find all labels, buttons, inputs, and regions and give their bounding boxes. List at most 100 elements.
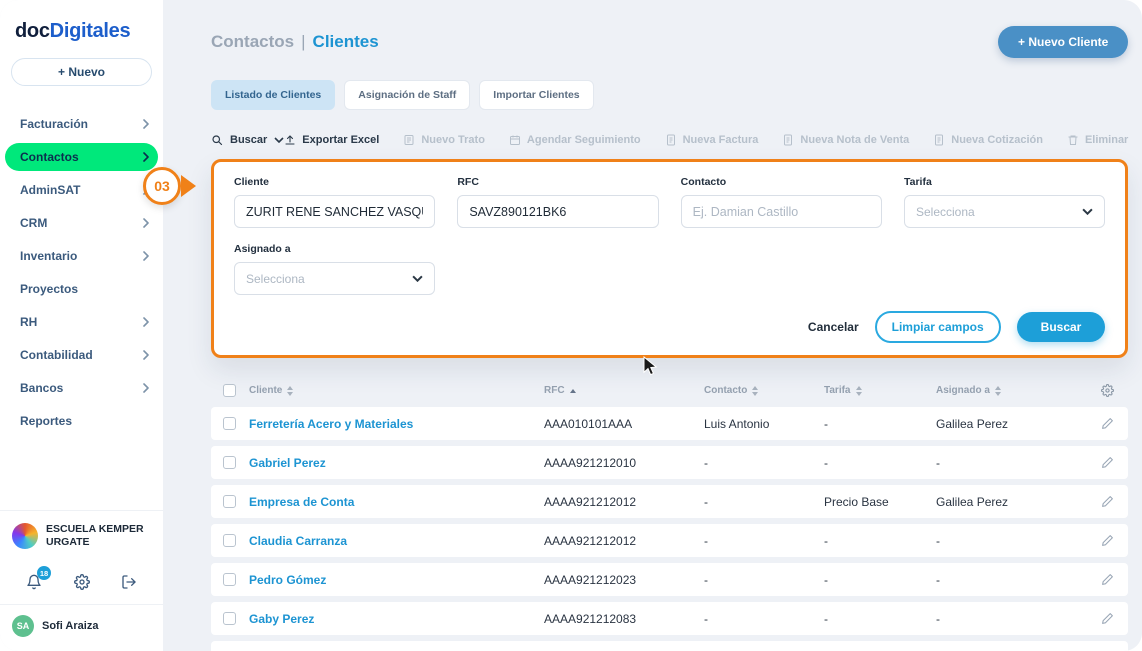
table-row: Claudia CarranzaAAAA921212012---: [211, 524, 1128, 557]
contacto-input[interactable]: [681, 195, 882, 228]
sidebar-item-label: Contactos: [20, 150, 79, 164]
tarifa-cell: -: [824, 534, 936, 548]
sidebar-bottom: ESCUELA KEMPER URGATE 18 SA Sofi Araiza: [0, 510, 163, 651]
nuevo-trato-button[interactable]: Nuevo Trato: [403, 134, 485, 146]
table-row: Empresa de ContaAAAA921212012-Precio Bas…: [211, 485, 1128, 518]
edit-row-button[interactable]: [1101, 534, 1114, 547]
logout-button[interactable]: [121, 574, 137, 590]
rfc-cell: AAAA921212010: [544, 456, 704, 470]
sidebar-item-reportes[interactable]: Reportes: [0, 407, 163, 435]
cancel-button[interactable]: Cancelar: [808, 320, 859, 334]
column-label: RFC: [544, 385, 565, 396]
eliminar-button[interactable]: Eliminar: [1067, 134, 1128, 146]
settings-button[interactable]: [74, 574, 90, 590]
pencil-icon: [1101, 534, 1114, 547]
chevron-down-icon: [1082, 208, 1093, 215]
asignado-cell: Galilea Perez: [936, 495, 1068, 509]
row-checkbox[interactable]: [223, 612, 236, 625]
user-profile[interactable]: SA Sofi Araiza: [0, 604, 163, 651]
contacto-cell: -: [704, 612, 824, 626]
client-name-link[interactable]: Ferretería Acero y Materiales: [249, 417, 544, 431]
edit-row-button[interactable]: [1101, 612, 1114, 625]
asignado-select[interactable]: Selecciona: [234, 262, 435, 295]
edit-row-button[interactable]: [1101, 417, 1114, 430]
rfc-cell: AAAA921212012: [544, 495, 704, 509]
column-header-tarifa[interactable]: Tarifa: [824, 385, 936, 396]
select-all-checkbox[interactable]: [223, 384, 236, 397]
sidebar-item-adminsat[interactable]: AdminSAT: [0, 176, 163, 204]
export-excel-button[interactable]: Exportar Excel: [284, 134, 379, 146]
sidebar-item-label: Bancos: [20, 381, 63, 395]
sidebar-item-facturacion[interactable]: Facturación: [0, 110, 163, 138]
table-row: Ferretería Acero y MaterialesAAA010101AA…: [211, 407, 1128, 440]
column-header-rfc[interactable]: RFC: [544, 385, 704, 396]
tarifa-select-value: Selecciona: [916, 205, 975, 219]
sidebar-item-label: Contabilidad: [20, 348, 93, 362]
asignado-cell: -: [936, 612, 1068, 626]
clear-fields-button[interactable]: Limpiar campos: [875, 311, 1001, 343]
tab-listado-de-clientes[interactable]: Listado de Clientes: [211, 80, 335, 110]
toolbar-actions: Exportar Excel Nuevo Trato Agendar Seguim…: [284, 134, 1128, 146]
search-icon: [211, 134, 223, 146]
row-checkbox[interactable]: [223, 456, 236, 469]
tab-importar-clientes[interactable]: Importar Clientes: [479, 80, 593, 110]
sidebar-item-proyectos[interactable]: Proyectos: [0, 275, 163, 303]
sidebar-item-contactos[interactable]: Contactos: [5, 143, 158, 171]
sidebar-item-label: Reportes: [20, 414, 72, 428]
sidebar-item-label: Facturación: [20, 117, 88, 131]
column-header-cliente[interactable]: Cliente: [249, 385, 544, 396]
agendar-seguimiento-button[interactable]: Agendar Seguimiento: [509, 134, 641, 146]
client-name-link[interactable]: Gabriel Perez: [249, 456, 544, 470]
new-button[interactable]: + Nuevo: [11, 58, 152, 86]
search-dropdown[interactable]: Buscar: [211, 134, 284, 146]
tarifa-cell: -: [824, 573, 936, 587]
asignado-cell: -: [936, 534, 1068, 548]
nueva-nota-de-venta-button[interactable]: Nueva Nota de Venta: [782, 134, 909, 146]
sidebar-item-contabilidad[interactable]: Contabilidad: [0, 341, 163, 369]
edit-row-button[interactable]: [1101, 495, 1114, 508]
client-name-link[interactable]: Pedro Gómez: [249, 573, 544, 587]
column-label: Cliente: [249, 385, 282, 396]
tarifa-label: Tarifa: [904, 176, 1105, 188]
asignado-select-value: Selecciona: [246, 272, 305, 286]
search-button[interactable]: Buscar: [1017, 312, 1106, 342]
breadcrumb-section: Contactos: [211, 32, 294, 51]
nueva-cotizacion-button[interactable]: Nueva Cotización: [933, 134, 1043, 146]
tarifa-select[interactable]: Selecciona: [904, 195, 1105, 228]
row-checkbox[interactable]: [223, 534, 236, 547]
gear-icon: [74, 574, 90, 590]
app-window: docDigitales + Nuevo FacturaciónContacto…: [0, 0, 1142, 651]
client-name-link[interactable]: Empresa de Conta: [249, 495, 544, 509]
row-checkbox[interactable]: [223, 417, 236, 430]
client-name-link[interactable]: Claudia Carranza: [249, 534, 544, 548]
user-name: Sofi Araiza: [42, 620, 98, 632]
rfc-input[interactable]: [457, 195, 658, 228]
table-header: Cliente RFC Contacto Tarifa Asignado a: [211, 384, 1128, 407]
nueva-factura-button[interactable]: Nueva Factura: [665, 134, 759, 146]
row-checkbox[interactable]: [223, 573, 236, 586]
sidebar-menu: Facturación Contactos AdminSAT CRM Inventari…: [0, 110, 163, 435]
contacto-cell: -: [704, 456, 824, 470]
sidebar-item-crm[interactable]: CRM: [0, 209, 163, 237]
sidebar-item-bancos[interactable]: Bancos: [0, 374, 163, 402]
sidebar-icons-row: 18: [0, 562, 163, 604]
edit-row-button[interactable]: [1101, 456, 1114, 469]
column-header-contacto[interactable]: Contacto: [704, 385, 824, 396]
cliente-input[interactable]: [234, 195, 435, 228]
sales-note-icon: [782, 134, 794, 146]
client-name-link[interactable]: Gaby Perez: [249, 612, 544, 626]
table-row: Gabriel PerezAAAA921212010---: [211, 446, 1128, 479]
action-label: Nueva Factura: [683, 134, 759, 146]
row-checkbox[interactable]: [223, 495, 236, 508]
table-settings-button[interactable]: [1101, 384, 1114, 397]
notifications-button[interactable]: 18: [26, 574, 42, 590]
notification-badge: 18: [37, 566, 51, 580]
sidebar-item-inventario[interactable]: Inventario: [0, 242, 163, 270]
account-switcher[interactable]: ESCUELA KEMPER URGATE: [0, 510, 163, 562]
edit-row-button[interactable]: [1101, 573, 1114, 586]
column-header-asignado-a[interactable]: Asignado a: [936, 385, 1068, 396]
tab-asignacion-de-staff[interactable]: Asignación de Staff: [344, 80, 470, 110]
sidebar-item-rh[interactable]: RH: [0, 308, 163, 336]
tarifa-cell: Precio Base: [824, 495, 936, 509]
new-client-button[interactable]: + Nuevo Cliente: [998, 26, 1128, 58]
